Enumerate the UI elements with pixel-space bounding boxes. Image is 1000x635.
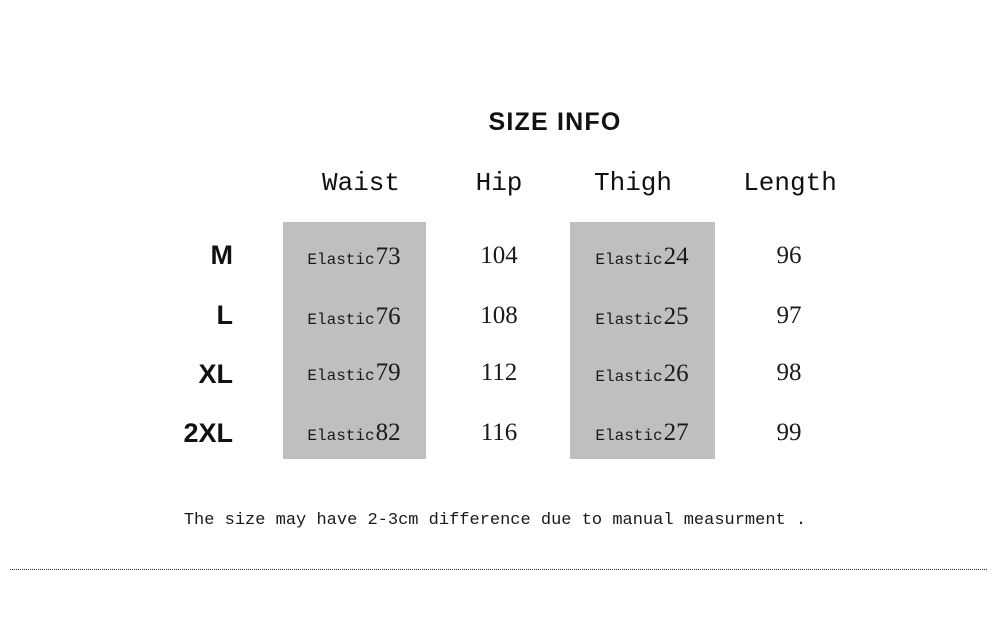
size-chart-page: SIZE INFO Waist Hip Thigh Length M Elast… (0, 0, 1000, 635)
thigh-value: 25 (663, 303, 689, 330)
table-cell-thigh: Elastic24 (595, 243, 688, 271)
row-size-label: XL (198, 359, 233, 389)
waist-value: 76 (375, 303, 401, 330)
section-divider (10, 569, 987, 570)
elastic-prefix-label: Elastic (307, 367, 375, 385)
table-cell-thigh: Elastic27 (595, 419, 688, 447)
thigh-value: 27 (663, 419, 689, 446)
table-cell-waist: Elastic79 (307, 359, 400, 387)
waist-value: 73 (375, 243, 401, 270)
table-cell-length: 97 (776, 302, 802, 329)
elastic-prefix-label: Elastic (595, 427, 663, 445)
size-table: Waist Hip Thigh Length M Elastic73 104 E… (0, 0, 1000, 635)
row-size-label: M (210, 240, 234, 270)
table-cell-hip: 116 (480, 419, 518, 446)
measurement-disclaimer: The size may have 2-3cm difference due t… (183, 511, 807, 530)
table-cell-length: 96 (776, 242, 802, 269)
table-cell-thigh: Elastic26 (595, 360, 688, 388)
elastic-prefix-label: Elastic (595, 251, 663, 269)
elastic-prefix-label: Elastic (307, 427, 375, 445)
table-cell-hip: 104 (480, 242, 518, 269)
table-cell-waist: Elastic82 (307, 419, 400, 447)
table-cell-length: 98 (776, 359, 802, 386)
table-cell-hip: 108 (480, 302, 518, 329)
column-header-waist: Waist (321, 168, 401, 198)
table-cell-hip: 112 (480, 359, 518, 386)
elastic-prefix-label: Elastic (307, 311, 375, 329)
elastic-prefix-label: Elastic (595, 311, 663, 329)
elastic-prefix-label: Elastic (595, 368, 663, 386)
table-cell-waist: Elastic73 (307, 243, 400, 271)
column-header-length: Length (743, 168, 837, 198)
row-size-label: 2XL (183, 418, 233, 448)
column-header-thigh: Thigh (593, 168, 673, 198)
table-cell-thigh: Elastic25 (595, 303, 688, 331)
waist-value: 79 (375, 359, 401, 386)
row-size-label: L (216, 300, 234, 330)
table-cell-length: 99 (776, 419, 802, 446)
column-header-hip: Hip (475, 168, 523, 198)
thigh-value: 26 (663, 360, 689, 387)
elastic-prefix-label: Elastic (307, 251, 375, 269)
table-cell-waist: Elastic76 (307, 303, 400, 331)
thigh-value: 24 (663, 243, 689, 270)
waist-value: 82 (375, 419, 401, 446)
